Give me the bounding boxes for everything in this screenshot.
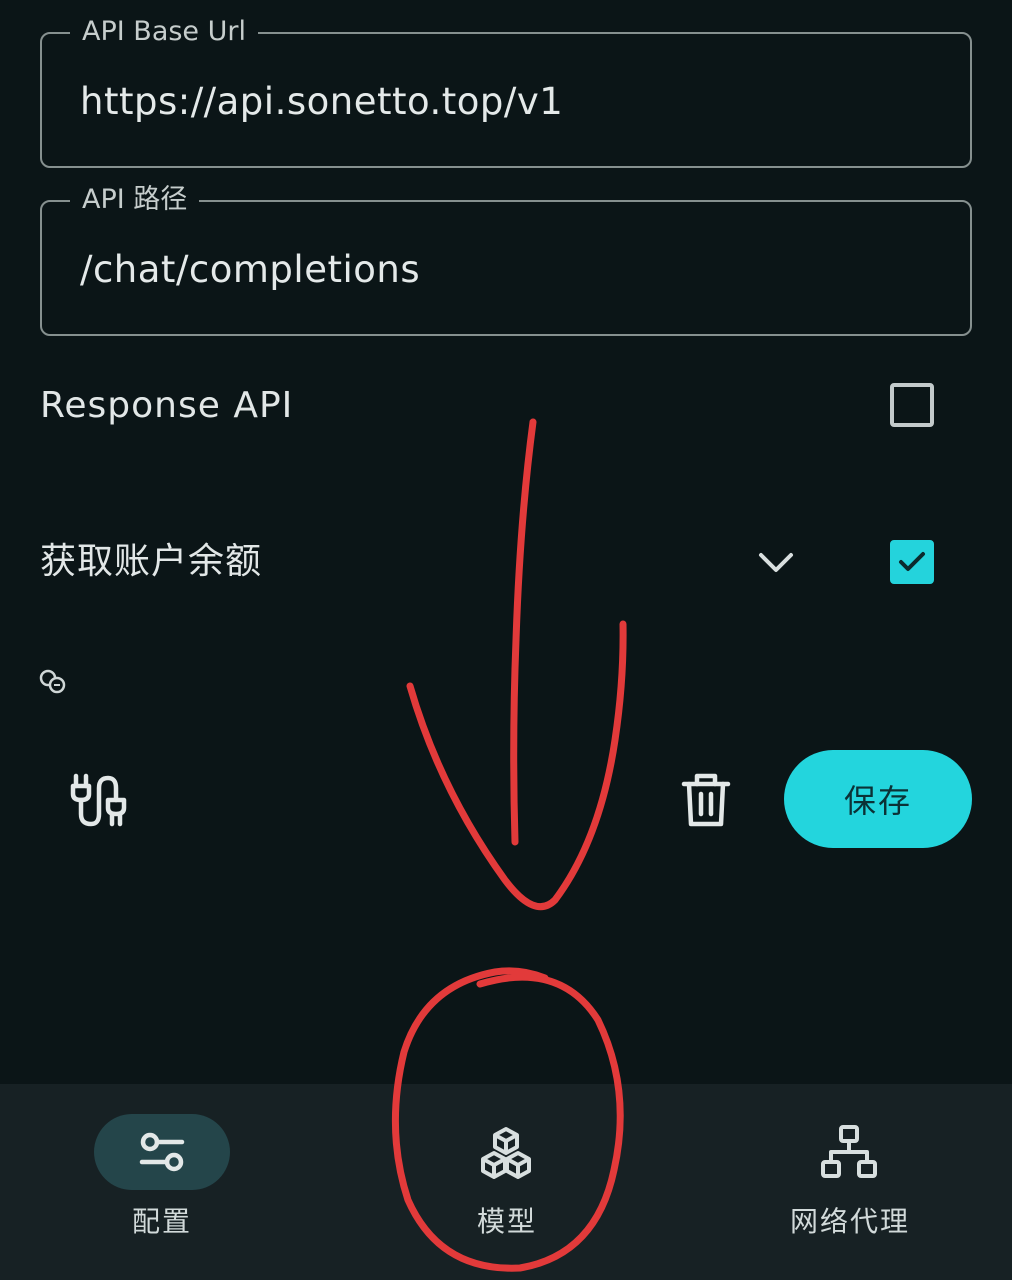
coins-icon[interactable] <box>38 668 68 696</box>
nav-item-config[interactable]: 配置 <box>0 1084 337 1280</box>
checkmark-icon <box>899 552 925 571</box>
save-button[interactable]: 保存 <box>784 750 972 848</box>
annotation-arrow-shaft <box>510 418 537 846</box>
api-path-label: API 路径 <box>70 182 200 218</box>
api-path-value[interactable]: /chat/completions <box>80 246 420 294</box>
fetch-balance-checkbox[interactable] <box>890 540 934 584</box>
annotation-arrow-head <box>406 620 627 911</box>
provider-settings-screen: API Base Url https://api.sonetto.top/v1 … <box>0 0 1012 1280</box>
nav-item-proxy[interactable]: 网络代理 <box>674 1084 1012 1280</box>
api-path-field[interactable]: API 路径 /chat/completions <box>40 182 972 336</box>
plug-test-icon[interactable] <box>70 772 128 828</box>
response-api-label: Response API <box>40 385 294 426</box>
nav-label-models: 模型 <box>477 1205 538 1238</box>
api-base-url-value[interactable]: https://api.sonetto.top/v1 <box>80 78 563 126</box>
cubes-icon <box>481 1127 531 1179</box>
api-base-url-field[interactable]: API Base Url https://api.sonetto.top/v1 <box>40 14 972 168</box>
trash-icon[interactable] <box>680 772 732 828</box>
nav-item-models[interactable]: 模型 <box>337 1084 674 1280</box>
nav-label-config: 配置 <box>132 1205 193 1238</box>
api-base-url-label: API Base Url <box>70 14 258 50</box>
chevron-down-icon[interactable] <box>756 548 796 578</box>
bottom-navigation-bar: 配置 模型 网络代理 <box>0 1084 1012 1280</box>
nav-label-proxy: 网络代理 <box>790 1205 911 1238</box>
response-api-checkbox[interactable] <box>890 383 934 427</box>
sliders-icon <box>139 1132 185 1172</box>
network-icon <box>821 1125 877 1178</box>
fetch-balance-label: 获取账户余额 <box>40 541 263 582</box>
